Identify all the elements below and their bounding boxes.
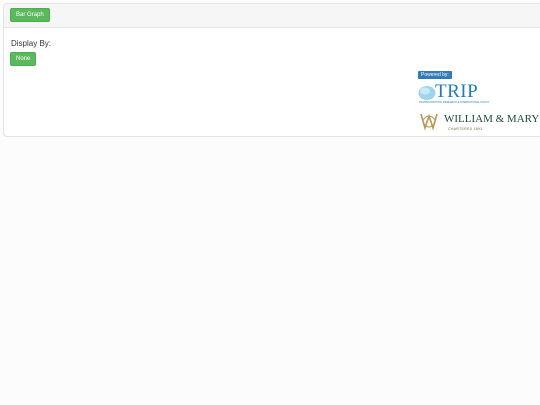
bar-graph-button[interactable]: Bar Graph [10, 8, 50, 22]
content-panel: Bar Graph Display By: None Powered by: T… [3, 3, 540, 137]
display-by-label: Display By: [11, 39, 52, 48]
trip-logo[interactable]: TRIP TRANSPORTATION, RESEARCH & INTERNAT… [418, 81, 490, 109]
display-none-button[interactable]: None [10, 52, 37, 66]
trip-tagline: TRANSPORTATION, RESEARCH & INTERNATIONAL… [419, 101, 490, 104]
william-mary-logo[interactable]: WILLIAM & MARY CHARTERED 1693 [418, 109, 540, 135]
chartered-tagline: CHARTERED 1693 [448, 127, 483, 131]
cypher-icon [420, 113, 438, 131]
trip-globe-icon [418, 86, 436, 100]
trip-logo-text: TRIP [435, 81, 479, 102]
panel-header: Bar Graph [4, 4, 540, 28]
william-mary-wordmark: WILLIAM & MARY [444, 113, 540, 125]
powered-by-badge: Powered by: [418, 71, 452, 79]
